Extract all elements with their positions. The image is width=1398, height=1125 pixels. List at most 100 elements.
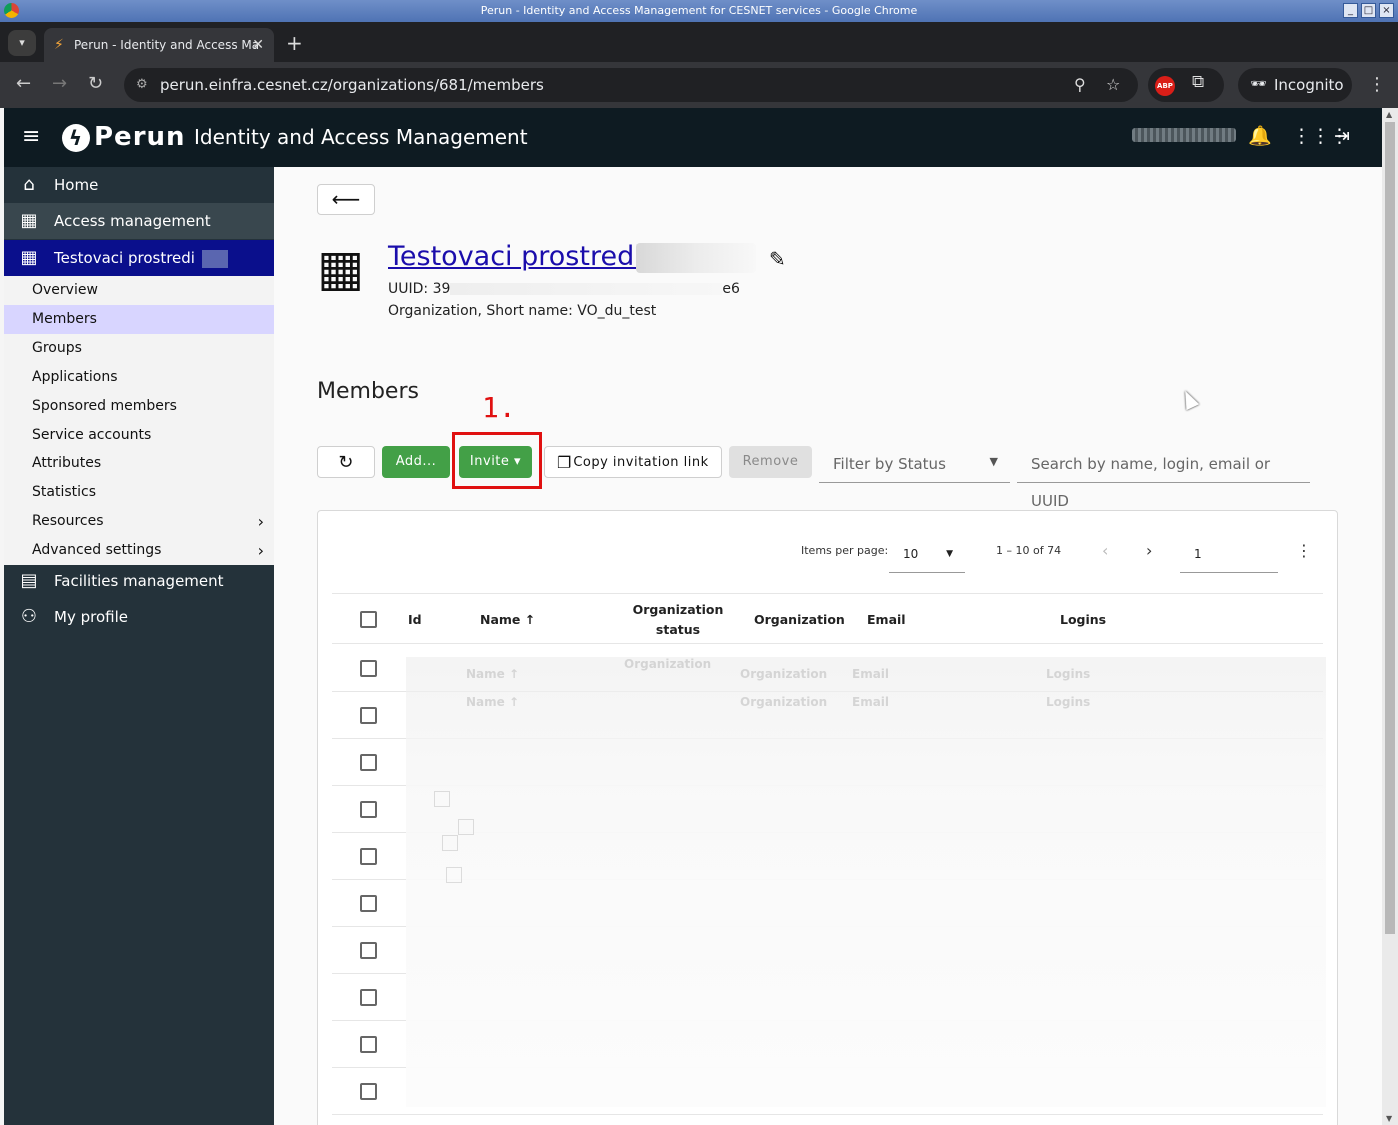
copy-invitation-link-button[interactable]: ❐ Copy invitation link <box>544 446 722 478</box>
maximize-icon[interactable]: □ <box>1361 3 1376 18</box>
chevron-down-icon: ▼ <box>946 549 953 559</box>
address-bar[interactable]: ⚙ perun.einfra.cesnet.cz/organizations/6… <box>124 68 1138 102</box>
more-options-icon[interactable]: ⋮ <box>1296 541 1312 561</box>
row-checkbox[interactable] <box>360 754 377 771</box>
adblock-icon[interactable]: ABP <box>1155 76 1175 96</box>
page-size-select[interactable]: 10 ▼ <box>889 541 965 573</box>
notifications-bell-icon[interactable]: 🔔 <box>1248 125 1272 147</box>
page-scrollbar[interactable]: ▲ ▼ <box>1382 108 1398 1125</box>
perun-bolt-icon: ϟ <box>62 123 90 152</box>
reload-icon[interactable]: ↻ <box>88 74 103 94</box>
blurred-text <box>201 249 228 268</box>
org-shortname: Organization, Short name: VO_du_test <box>388 303 657 319</box>
remove-button[interactable]: Remove <box>729 446 812 478</box>
scroll-up-icon[interactable]: ▲ <box>1386 110 1392 119</box>
column-header-organization[interactable]: Organization <box>754 594 845 645</box>
previous-page-icon[interactable]: ‹ <box>1102 541 1108 561</box>
home-icon: ⌂ <box>23 174 35 195</box>
sidebar-sub-advanced-settings[interactable]: Advanced settings › <box>4 536 274 565</box>
sidebar-item-my-profile[interactable]: ⚇ My profile <box>4 599 274 635</box>
extensions-puzzle-icon[interactable]: ⧉ <box>1192 72 1204 92</box>
sidebar-item-home[interactable]: ⌂ Home <box>4 167 274 203</box>
search-input[interactable]: Search by name, login, email or UUID <box>1017 446 1310 510</box>
row-checkbox[interactable] <box>360 848 377 865</box>
tab-close-icon[interactable]: ✕ <box>252 28 264 62</box>
bookmark-star-icon[interactable]: ☆ <box>1106 68 1120 102</box>
chrome-logo-icon <box>4 3 19 18</box>
brand-logo[interactable]: ϟ Perun <box>62 121 186 153</box>
sidebar-sub-label: Advanced settings <box>32 542 162 558</box>
column-header-logins[interactable]: Logins <box>1060 594 1106 645</box>
main-content: ⟵ ▦ Testovaci prostredi ✎ UUID: 39 e6 Org… <box>274 167 1382 1125</box>
add-member-button[interactable]: Add... <box>382 446 450 478</box>
browser-toolbar: ← → ↻ ⚙ perun.einfra.cesnet.cz/organizat… <box>0 62 1398 108</box>
row-checkbox[interactable] <box>360 989 377 1006</box>
page-size-value: 10 <box>903 547 919 561</box>
row-checkbox[interactable] <box>360 1036 377 1053</box>
copy-icon: ❐ <box>557 453 572 472</box>
edit-pencil-icon[interactable]: ✎ <box>769 247 786 271</box>
sidebar-sub-attributes[interactable]: Attributes <box>4 449 274 478</box>
logout-icon[interactable]: ⇥ <box>1334 125 1350 147</box>
extensions-area: ABP ⧉ <box>1148 68 1224 102</box>
sidebar-sub-members[interactable]: Members <box>4 305 274 334</box>
column-header-name[interactable]: Name ↑ <box>480 594 535 645</box>
sidebar-sub-applications[interactable]: Applications <box>4 363 274 392</box>
table-header: Id Name ↑ Organization status Organizati… <box>332 593 1323 644</box>
chevron-right-icon: › <box>257 512 264 531</box>
close-icon[interactable]: × <box>1379 3 1394 18</box>
filter-status-select[interactable]: Filter by Status ▼ <box>819 446 1010 483</box>
sidebar-sub-groups[interactable]: Groups <box>4 334 274 363</box>
column-header-id[interactable]: Id <box>408 594 422 645</box>
site-info-icon[interactable]: ⚙ <box>136 68 148 102</box>
sidebar-item-access-management[interactable]: ▦ Access management <box>4 203 274 239</box>
incognito-label: Incognito <box>1274 76 1344 94</box>
column-header-email[interactable]: Email <box>867 594 906 645</box>
organization-icon: ▦ <box>317 239 365 297</box>
tab-title: Perun - Identity and Access Ma <box>74 38 260 52</box>
copy-label: Copy invitation link <box>573 455 709 470</box>
chrome-menu-icon[interactable]: ⋮ <box>1368 74 1386 95</box>
new-tab-icon[interactable]: + <box>286 30 303 56</box>
minimize-icon[interactable]: _ <box>1343 3 1358 18</box>
sidebar-sub-statistics[interactable]: Statistics <box>4 478 274 507</box>
annotation-highlight-box <box>452 432 542 489</box>
row-checkbox[interactable] <box>360 942 377 959</box>
row-checkbox[interactable] <box>360 707 377 724</box>
scroll-down-icon[interactable]: ▼ <box>1386 1114 1392 1123</box>
select-all-checkbox[interactable] <box>360 611 377 628</box>
browser-tab[interactable]: ⚡ Perun - Identity and Access Ma ✕ <box>44 28 274 62</box>
incognito-indicator[interactable]: 🕶 Incognito <box>1238 68 1352 102</box>
perun-favicon-icon: ⚡ <box>54 37 64 53</box>
row-checkbox[interactable] <box>360 660 377 677</box>
page-number-input[interactable]: 1 <box>1180 541 1278 573</box>
zoom-icon[interactable]: ⚲ <box>1074 68 1086 102</box>
row-checkbox[interactable] <box>360 895 377 912</box>
forward-arrow-icon[interactable]: → <box>52 74 67 94</box>
back-button[interactable]: ⟵ <box>317 184 375 215</box>
user-icon: ⚇ <box>20 606 38 627</box>
next-page-icon[interactable]: › <box>1146 541 1152 561</box>
uuid-suffix: e6 <box>722 281 740 297</box>
back-arrow-icon[interactable]: ← <box>16 74 31 94</box>
filter-status-placeholder: Filter by Status <box>833 455 946 473</box>
loading-ghost-overlay: Name ↑ Organization Organization Email L… <box>406 657 1326 1107</box>
scrollbar-thumb[interactable] <box>1385 122 1395 934</box>
sidebar-sub-sponsored-members[interactable]: Sponsored members <box>4 392 274 421</box>
window-controls: _ □ × <box>1343 3 1394 18</box>
hamburger-menu-icon[interactable]: ≡ <box>22 124 40 150</box>
tab-search-icon[interactable]: ▾ <box>8 30 36 56</box>
sidebar-sub-overview[interactable]: Overview <box>4 276 274 305</box>
app-title: Identity and Access Management <box>194 125 528 149</box>
sidebar-item-organization[interactable]: ▦ Testovaci prostredi <box>4 240 274 276</box>
row-checkbox[interactable] <box>360 801 377 818</box>
row-checkbox[interactable] <box>360 1083 377 1100</box>
column-header-organization-status[interactable]: Organization status <box>622 600 734 640</box>
refresh-button[interactable]: ↻ <box>317 446 375 478</box>
sidebar-item-facilities[interactable]: ▤ Facilities management <box>4 563 274 599</box>
facility-icon: ▤ <box>20 570 38 591</box>
sidebar-sub-service-accounts[interactable]: Service accounts <box>4 421 274 450</box>
sidebar-sub-resources[interactable]: Resources › <box>4 507 274 536</box>
chevron-down-icon: ▼ <box>989 455 998 468</box>
organization-name-link[interactable]: Testovaci prostredi <box>388 240 642 274</box>
